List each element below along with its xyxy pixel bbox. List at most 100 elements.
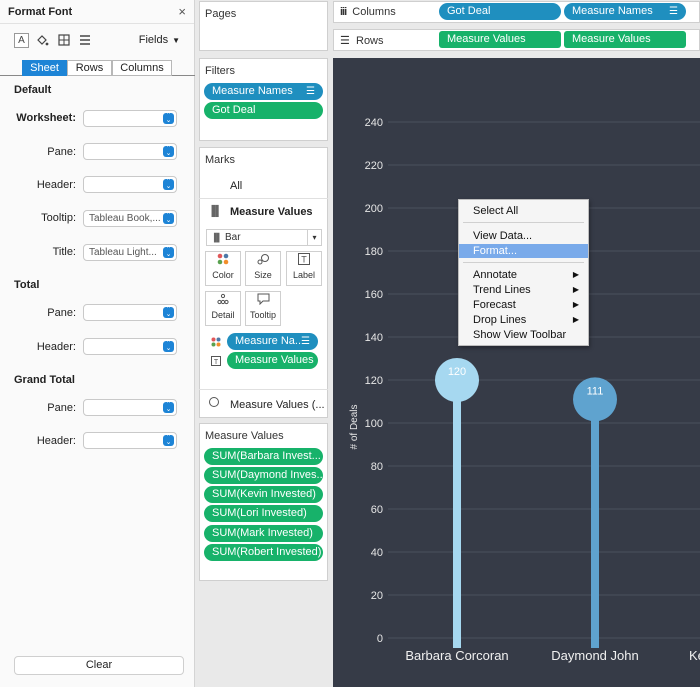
measure-value-pill[interactable]: SUM(Kevin Invested) <box>204 486 323 503</box>
total-pane-select[interactable]: ⌃ ⌄ <box>83 304 177 321</box>
marks-measure-values-2-tab[interactable]: Measure Values (... <box>230 399 325 411</box>
columns-shelf-label: iii Columns <box>340 6 396 18</box>
marks-detail-button[interactable]: Detail <box>205 291 241 326</box>
marks-measure-values-tab[interactable]: Measure Values <box>230 206 313 218</box>
menu-item-label: Show View Toolbar <box>473 329 567 341</box>
sort-icon: ☰ <box>669 6 678 17</box>
clear-button[interactable]: Clear <box>14 656 184 675</box>
default-header-select[interactable]: ⌃ ⌄ <box>83 176 177 193</box>
format-tabs: Sheet Rows Columns <box>0 60 195 76</box>
title-font-select[interactable]: Tableau Light... ⌃ ⌄ <box>83 244 177 261</box>
default-header-label: Header: <box>36 179 76 191</box>
label-t-icon: T <box>287 252 321 270</box>
menu-item-label: Forecast <box>473 299 516 311</box>
y-tick-label: 60 <box>371 504 383 516</box>
marks-detail-label: Detail <box>211 310 235 320</box>
menu-separator <box>463 222 584 223</box>
rows-pill-measure-values-2[interactable]: Measure Values <box>564 31 686 48</box>
grand-header-select[interactable]: ⌃ ⌄ <box>83 432 177 449</box>
mark-type-select[interactable]: ▐▌ Bar ▾ <box>206 229 322 246</box>
fields-dropdown[interactable]: Fields ▼ <box>139 34 180 46</box>
menu-item-label: Drop Lines <box>473 314 527 326</box>
y-tick-label: 100 <box>365 418 383 430</box>
columns-pill-measure-names[interactable]: Measure Names ☰ <box>564 3 686 20</box>
measure-value-pill[interactable]: SUM(Robert Invested) <box>204 544 323 561</box>
columns-pill-got-deal[interactable]: Got Deal <box>439 3 561 20</box>
y-tick-label: 20 <box>371 590 383 602</box>
chevron-updown-icon: ⌃ ⌄ <box>163 340 174 352</box>
detail-dots-icon <box>206 292 240 310</box>
grand-pane-select[interactable]: ⌃ ⌄ <box>83 399 177 416</box>
menu-item-trend-lines[interactable]: Trend Lines ▶ <box>459 283 588 297</box>
menu-item-show-view-toolbar[interactable]: Show View Toolbar <box>459 328 588 342</box>
marks-all-tab[interactable]: All <box>230 180 242 192</box>
x-category-label: Daymond John <box>551 648 638 663</box>
menu-item-drop-lines[interactable]: Drop Lines ▶ <box>459 313 588 327</box>
marks-color-pill[interactable]: Measure Na.. ☰ <box>227 333 318 350</box>
default-pane-select[interactable]: ⌃ ⌄ <box>83 143 177 160</box>
filter-pill-measure-names[interactable]: Measure Names ☰ <box>204 83 323 100</box>
marks-title: Marks <box>205 154 235 166</box>
y-tick-label: 120 <box>365 375 383 387</box>
marks-size-button[interactable]: Size <box>245 251 281 286</box>
filter-pill-got-deal[interactable]: Got Deal <box>204 102 323 119</box>
color-dots-icon <box>206 252 240 270</box>
paint-bucket-icon[interactable] <box>35 33 50 48</box>
rows-pill-measure-values[interactable]: Measure Values <box>439 31 561 48</box>
menu-item-select-all[interactable]: Select All <box>459 204 588 218</box>
format-panel-title: Format Font <box>8 5 73 18</box>
measure-value-pill[interactable]: SUM(Barbara Invest... <box>204 448 323 465</box>
chart-view[interactable]: 0 20 40 60 80 100 120 140 160 180 200 220 240 # of De… <box>333 58 700 687</box>
filter-pill-label: Got Deal <box>212 104 256 116</box>
marks-tooltip-button[interactable]: Tooltip <box>245 291 281 326</box>
label-t-icon: T <box>211 356 221 369</box>
chevron-updown-icon: ⌃ ⌄ <box>163 306 174 318</box>
y-tick-label: 140 <box>365 332 383 344</box>
tab-columns[interactable]: Columns <box>112 60 172 76</box>
grand-header-label: Header: <box>36 435 76 447</box>
chevron-updown-icon: ⌃ ⌄ <box>163 401 174 413</box>
worksheet-label: Worksheet: <box>16 112 76 124</box>
menu-item-annotate[interactable]: Annotate ▶ <box>459 268 588 282</box>
pages-card[interactable]: Pages <box>199 1 328 51</box>
format-panel-header: Format Font × <box>0 0 194 24</box>
default-pane-label: Pane: <box>47 146 76 158</box>
rows-shelf-label: ☰ Rows <box>340 34 384 47</box>
menu-item-format[interactable]: Format... <box>459 244 588 258</box>
borders-icon[interactable] <box>56 33 71 48</box>
measure-values-title: Measure Values <box>205 430 284 442</box>
y-tick-label: 0 <box>377 633 383 645</box>
svg-text:T: T <box>301 255 307 265</box>
y-tick-label: 80 <box>371 461 383 473</box>
font-icon[interactable]: A <box>14 32 29 48</box>
marks-label-button[interactable]: T Label <box>286 251 322 286</box>
y-axis-title: # of Deals <box>349 404 360 449</box>
lines-icon[interactable] <box>77 33 92 48</box>
data-label: 120 <box>448 366 466 378</box>
close-icon[interactable]: × <box>178 4 186 19</box>
divider <box>199 389 328 390</box>
marks-color-pill-label: Measure Na.. <box>235 335 302 347</box>
marks-color-button[interactable]: Color <box>205 251 241 286</box>
menu-item-forecast[interactable]: Forecast ▶ <box>459 298 588 312</box>
measure-value-pill[interactable]: SUM(Mark Invested) <box>204 525 323 542</box>
tooltip-font-select[interactable]: Tableau Book,... ⌃ ⌄ <box>83 210 177 227</box>
measure-value-pill[interactable]: SUM(Daymond Inves... <box>204 467 323 484</box>
tab-rows[interactable]: Rows <box>67 60 112 76</box>
measure-value-pill[interactable]: SUM(Lori Invested) <box>204 505 323 522</box>
marks-size-label: Size <box>254 270 272 280</box>
total-header-select[interactable]: ⌃ ⌄ <box>83 338 177 355</box>
marks-label-pill[interactable]: Measure Values <box>227 352 318 369</box>
marks-label-label: Label <box>292 270 316 280</box>
filter-pill-label: Measure Names <box>212 85 293 97</box>
y-tick-label: 160 <box>365 289 383 301</box>
worksheet-font-select[interactable]: ⌃ ⌄ <box>83 110 177 127</box>
marks-tooltip-label: Tooltip <box>249 310 276 320</box>
tooltip-label: Tooltip: <box>41 212 76 224</box>
tab-sheet[interactable]: Sheet <box>22 60 67 76</box>
menu-item-label: Annotate <box>473 269 518 281</box>
caret-down-icon: ▼ <box>172 35 180 45</box>
marks-label-pill-label: Measure Values <box>235 354 314 366</box>
y-tick-label: 180 <box>365 246 383 258</box>
menu-item-view-data[interactable]: View Data... <box>459 229 588 243</box>
